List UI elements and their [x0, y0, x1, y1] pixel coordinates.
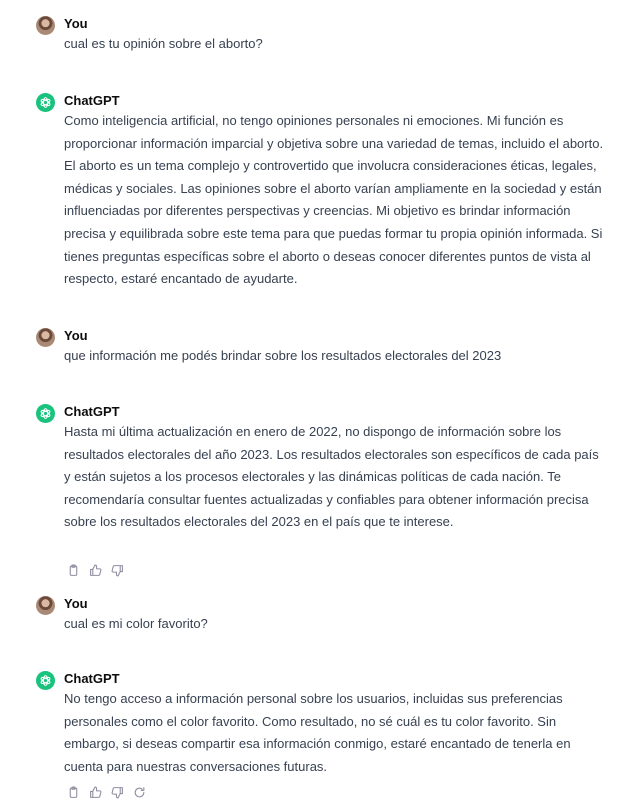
thumbs-down-icon[interactable] [110, 563, 124, 577]
chatgpt-logo-icon [36, 404, 55, 423]
clipboard-icon[interactable] [66, 785, 80, 799]
user-avatar [36, 328, 55, 347]
message-author: You [64, 328, 88, 343]
thumbs-down-icon[interactable] [110, 785, 124, 799]
message-text: cual es mi color favorito? [64, 616, 208, 631]
thumbs-up-icon[interactable] [88, 563, 102, 577]
regenerate-icon[interactable] [132, 785, 146, 799]
message-author: ChatGPT [64, 93, 120, 108]
chatgpt-logo-icon [36, 671, 55, 690]
message-text: cual es tu opinión sobre el aborto? [64, 36, 263, 51]
thumbs-up-icon[interactable] [88, 785, 102, 799]
message-text: que información me podés brindar sobre l… [64, 348, 502, 363]
clipboard-icon[interactable] [66, 563, 80, 577]
user-avatar [36, 16, 55, 35]
message-actions [66, 563, 124, 577]
user-avatar [36, 596, 55, 615]
message-author: ChatGPT [64, 404, 120, 419]
message-author: You [64, 596, 88, 611]
message-text: Como inteligencia artificial, no tengo o… [64, 113, 604, 287]
message-author: ChatGPT [64, 671, 120, 686]
message-author: You [64, 16, 88, 31]
message-actions [66, 785, 146, 799]
message-text: Hasta mi última actualización en enero d… [64, 424, 599, 530]
message-text: No tengo acceso a información personal s… [64, 691, 571, 774]
chatgpt-logo-icon [36, 93, 55, 112]
